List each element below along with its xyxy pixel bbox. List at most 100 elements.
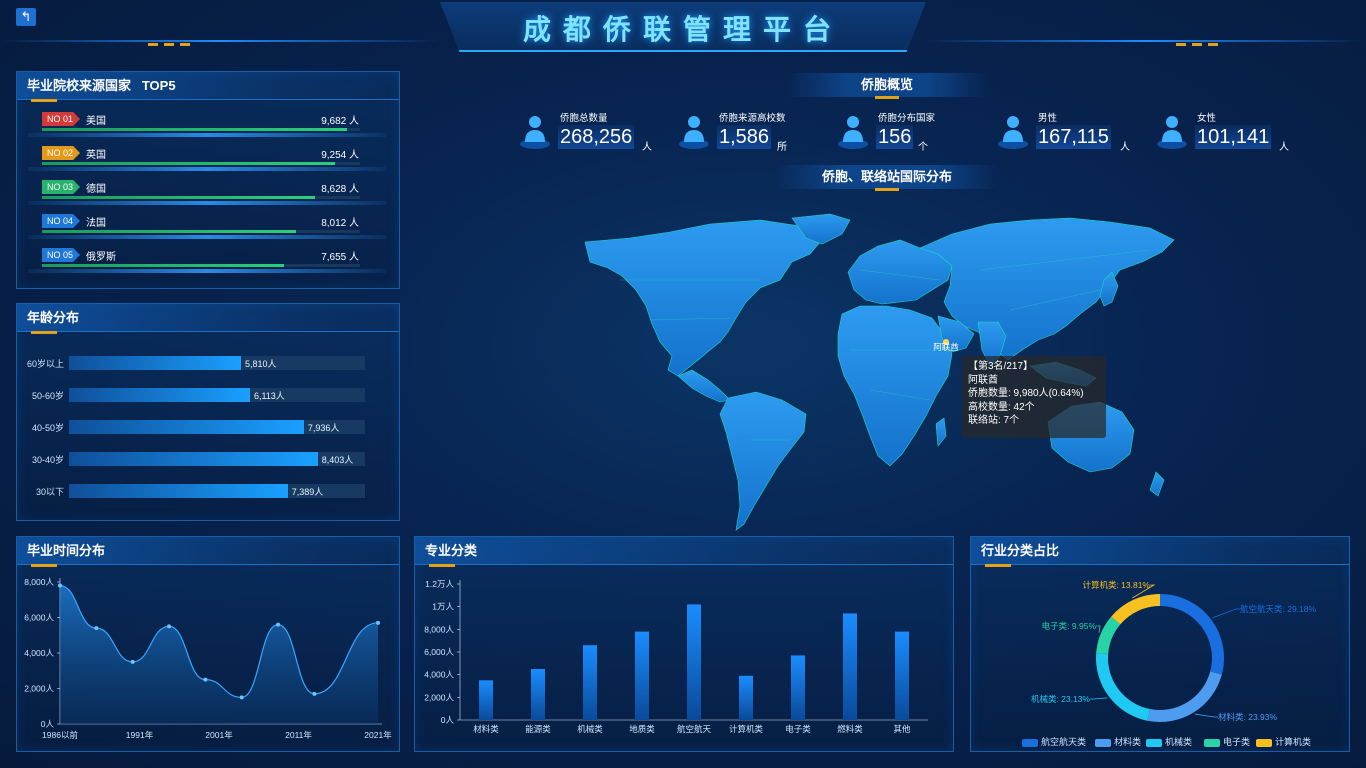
- top5-row[interactable]: NO 04 法国 8,012 人: [28, 211, 386, 241]
- age-bar-fill[interactable]: [69, 356, 241, 370]
- map-tooltip: 【第3名/217】 阿联酋 侨胞数量: 9,980人(0.64%) 高校数量: …: [962, 356, 1106, 438]
- legend-item[interactable]: 电子类: [1204, 735, 1250, 748]
- stat-label: 侨胞分布国家: [878, 113, 936, 124]
- data-point[interactable]: [239, 695, 244, 700]
- continent-central-america[interactable]: [677, 369, 731, 403]
- donut-slice-1[interactable]: [1147, 671, 1222, 722]
- rank-value: 7,655 人: [321, 252, 359, 263]
- rank-badge: NO 03: [42, 180, 80, 194]
- stat-value: 268,256: [558, 125, 635, 149]
- age-bar-fill[interactable]: [69, 452, 318, 466]
- slice-label: 机械类: 23.13%: [1031, 694, 1090, 704]
- graduation-area-chart[interactable]: 0人 2,000人 4,000人 6,000人 8,000人 1986以前 1991年 200…: [16, 568, 400, 748]
- y-tick-label: 2,000人: [24, 684, 54, 694]
- age-bar-track: [69, 388, 365, 402]
- stat-label: 女性: [1197, 113, 1217, 124]
- slice-label: 计算机类: 13.81%: [1082, 580, 1150, 590]
- x-tick-label: 材料类: [473, 724, 499, 734]
- stat-value: 167,115: [1036, 125, 1111, 149]
- top5-row[interactable]: NO 02 英国 9,254 人: [28, 143, 386, 173]
- island-madagascar[interactable]: [935, 417, 947, 447]
- continent-north-america[interactable]: [584, 219, 823, 377]
- legend-label: 计算机类: [1275, 737, 1312, 747]
- major-bar-chart[interactable]: 0人 2,000人 4,000人 6,000人 8,000人 1万人 1.2万人材料类 能源类…: [414, 568, 954, 748]
- donut-slice-3[interactable]: [1096, 616, 1121, 654]
- flag-icon: [838, 116, 868, 149]
- slice-label: 航空航天类: 29.18%: [1240, 604, 1316, 614]
- age-bar-fill[interactable]: [69, 388, 250, 402]
- slice-label: 材料类: 23.93%: [1218, 712, 1277, 722]
- bar-7[interactable]: [843, 613, 857, 720]
- data-point[interactable]: [58, 583, 62, 588]
- y-tick-label: 0人: [441, 715, 455, 725]
- y-tick-label: 2,000人: [424, 692, 454, 702]
- legend-swatch: [1095, 738, 1111, 747]
- y-tick-label: 1万人: [432, 602, 454, 612]
- legend-label: 航空航天类: [1041, 737, 1087, 747]
- area-fill: [60, 585, 378, 724]
- rank-badge: NO 01: [42, 112, 80, 126]
- donut-slice-0[interactable]: [1160, 594, 1224, 675]
- rank-badge: NO 02: [42, 146, 80, 160]
- data-point[interactable]: [312, 691, 317, 696]
- donut-slice-4[interactable]: [1111, 594, 1160, 625]
- stat-value: 1,586: [717, 125, 772, 149]
- y-tick-label: 1.2万人: [425, 579, 454, 589]
- x-tick-label: 机械类: [577, 724, 603, 734]
- x-tick-label: 1991年: [126, 730, 154, 740]
- top5-row[interactable]: NO 03 德国 8,628 人: [28, 177, 386, 207]
- legend-item[interactable]: 材料类: [1095, 735, 1141, 748]
- bar-5[interactable]: [739, 675, 753, 720]
- female-icon: [1157, 116, 1187, 149]
- stat-unit: 所: [777, 142, 787, 153]
- island-new-zealand[interactable]: [1149, 471, 1165, 497]
- donut-slice-2[interactable]: [1096, 653, 1150, 721]
- bar-3[interactable]: [635, 631, 649, 720]
- rank-country: 德国: [86, 184, 106, 195]
- legend-swatch: [1256, 738, 1272, 747]
- continent-africa[interactable]: [837, 305, 953, 467]
- data-point[interactable]: [276, 622, 281, 627]
- data-point[interactable]: [94, 626, 99, 631]
- x-tick-label: 燃料类: [837, 724, 863, 734]
- age-bar-track: [69, 452, 365, 466]
- data-point[interactable]: [167, 624, 172, 629]
- bar-6[interactable]: [791, 655, 805, 720]
- bar-8[interactable]: [895, 631, 909, 720]
- age-label: 40-50岁: [31, 423, 64, 433]
- age-bar-fill[interactable]: [69, 484, 288, 498]
- rank-badge: NO 04: [42, 214, 80, 228]
- legend-item[interactable]: 机械类: [1146, 735, 1192, 748]
- header-dash: [148, 43, 158, 46]
- bar-1[interactable]: [531, 669, 545, 720]
- tooltip-stations: 联络站: 7个: [968, 415, 1020, 426]
- top5-row[interactable]: NO 05 俄罗斯 7,655 人: [28, 245, 386, 275]
- rank-country: 英国: [86, 150, 106, 161]
- legend-swatch: [1204, 738, 1220, 747]
- industry-donut-chart[interactable]: 航空航天类: 29.18% 材料类: 23.93% 机械类: 23.13% 电子类: …: [970, 568, 1350, 732]
- bar-2[interactable]: [583, 645, 597, 720]
- data-point[interactable]: [130, 659, 135, 664]
- age-bar-fill[interactable]: [69, 420, 304, 434]
- x-tick-label: 其他: [893, 724, 911, 734]
- rank-base-plate: [28, 235, 386, 239]
- x-tick-label: 2001年: [205, 730, 233, 740]
- tooltip-country: 阿联酋: [968, 374, 998, 386]
- data-point[interactable]: [376, 620, 380, 625]
- top5-row[interactable]: NO 01 美国 9,682 人: [28, 109, 386, 139]
- bar-0[interactable]: [479, 680, 493, 720]
- back-button[interactable]: ↰: [16, 8, 36, 26]
- bar-4[interactable]: [687, 604, 701, 720]
- continent-south-america[interactable]: [719, 391, 807, 531]
- rank-base-plate: [28, 269, 386, 273]
- y-tick-label: 4,000人: [424, 670, 454, 680]
- legend-item[interactable]: 计算机类: [1256, 735, 1311, 748]
- legend-item[interactable]: 航空航天类: [1022, 735, 1086, 748]
- y-tick-label: 6,000人: [424, 647, 454, 657]
- age-bar-value: 5,810人: [244, 359, 277, 369]
- legend-label: 机械类: [1165, 737, 1193, 747]
- rank-base-plate: [28, 201, 386, 205]
- stat-value: 101,141: [1195, 125, 1272, 149]
- rank-progress-track: [42, 264, 360, 267]
- data-point[interactable]: [203, 677, 208, 682]
